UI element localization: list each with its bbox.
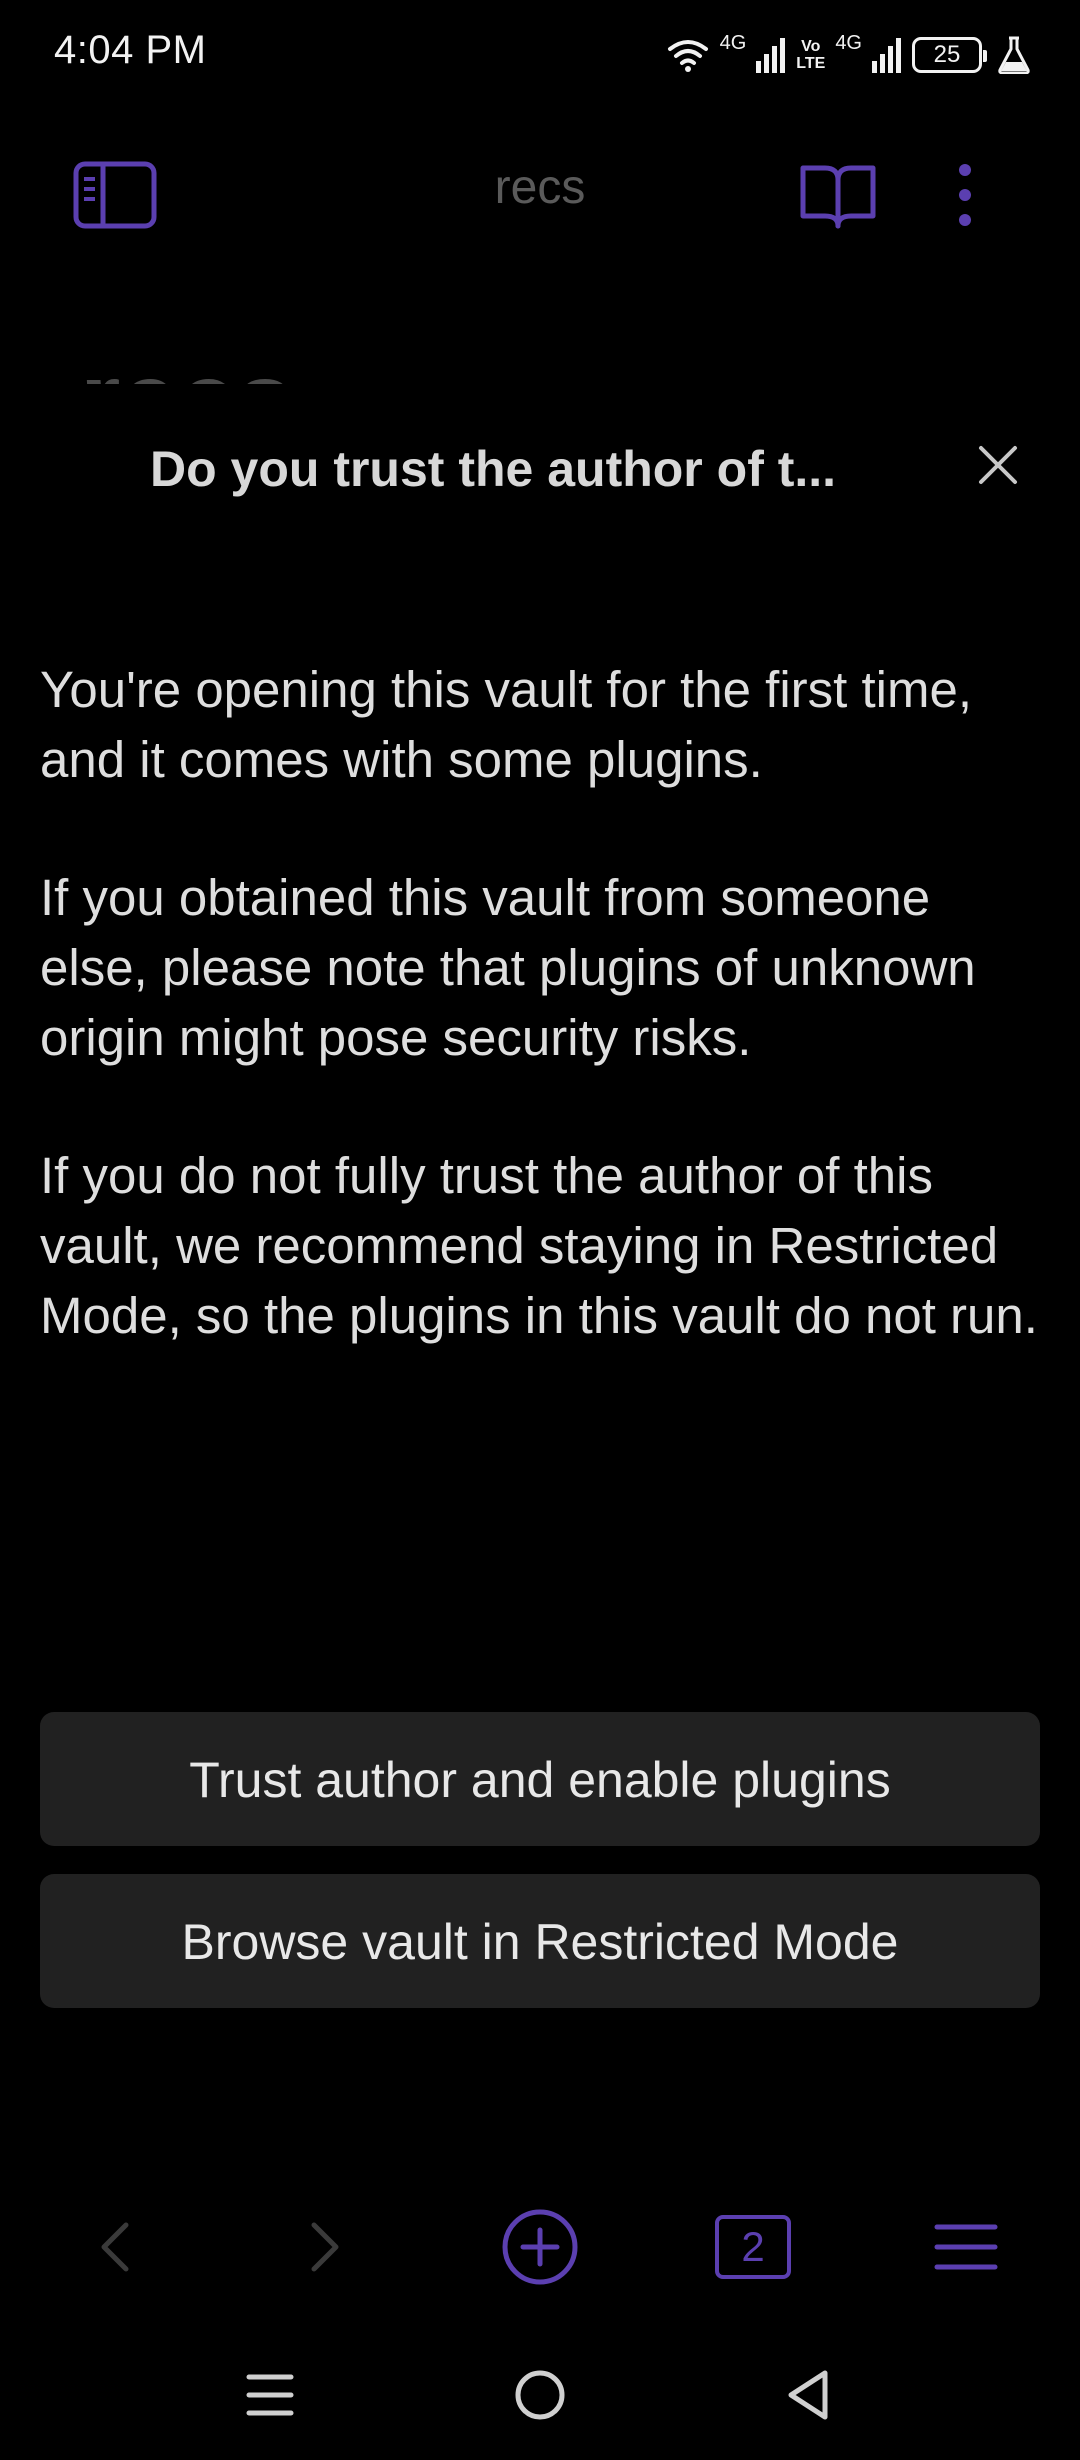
status-time: 4:04 PM: [54, 28, 207, 72]
system-home-button[interactable]: [500, 2360, 580, 2430]
network-4g-label-2: 4G: [835, 32, 862, 54]
home-circle-icon: [515, 2370, 565, 2420]
signal-icon: [756, 38, 786, 73]
wifi-icon: [667, 40, 708, 72]
menu-button[interactable]: [921, 2202, 1011, 2292]
tab-switcher-button[interactable]: 2: [708, 2202, 798, 2292]
battery-level: 25: [933, 41, 961, 68]
status-bar: 4:04 PM 4G Vo LTE 4G 25: [0, 0, 1080, 110]
volte-badge: Vo LTE: [796, 38, 825, 72]
forward-button[interactable]: [280, 2202, 370, 2292]
note-heading-text: recs: [80, 348, 294, 384]
bottom-nav: 2: [0, 2180, 1080, 2310]
volte-top: Vo: [801, 38, 821, 55]
restricted-mode-button[interactable]: Browse vault in Restricted Mode: [40, 1874, 1040, 2008]
modal-paragraph-first-time: You're opening this vault for the first …: [40, 661, 973, 788]
new-note-button[interactable]: [495, 2202, 585, 2292]
menu-icon: [934, 2224, 998, 2270]
trust-author-button[interactable]: Trust author and enable plugins: [40, 1712, 1040, 1846]
system-nav-bar: [0, 2340, 1080, 2450]
status-icons: 4G Vo LTE 4G 25: [666, 30, 1030, 80]
chevron-right-icon: [311, 2222, 339, 2272]
book-open-icon: [800, 165, 876, 229]
flask-icon: [998, 36, 1030, 74]
more-vertical-icon: [959, 164, 971, 226]
note-heading: recs: [80, 340, 480, 384]
signal-icon-2: [872, 38, 901, 73]
toolbar-title: recs: [494, 161, 586, 214]
close-icon: [979, 446, 1017, 484]
modal-paragraph-security-risks: If you obtained this vault from someone …: [40, 869, 976, 1066]
app-toolbar: recs: [0, 130, 1080, 255]
more-options-button[interactable]: [920, 150, 1010, 240]
battery-icon: 25: [912, 37, 987, 73]
trust-author-modal: Do you trust the author of t... You're o…: [0, 385, 1080, 2145]
reading-mode-button[interactable]: [793, 150, 883, 240]
chevron-left-icon: [101, 2222, 129, 2272]
modal-body: You're opening this vault for the first …: [40, 655, 1050, 1419]
tab-count-badge: 2: [715, 2215, 791, 2279]
modal-close-button[interactable]: [970, 437, 1026, 493]
network-4g-label: 4G: [719, 32, 747, 54]
plus-circle-icon: [502, 2209, 578, 2285]
system-back-button[interactable]: [768, 2360, 848, 2430]
recents-icon: [246, 2374, 294, 2416]
volte-bottom: LTE: [796, 55, 826, 72]
modal-title: Do you trust the author of t...: [150, 441, 837, 497]
back-triangle-icon: [788, 2370, 828, 2420]
back-button[interactable]: [70, 2202, 160, 2292]
modal-paragraph-restricted-mode: If you do not fully trust the author of …: [40, 1147, 1038, 1344]
system-recents-button[interactable]: [230, 2360, 310, 2430]
